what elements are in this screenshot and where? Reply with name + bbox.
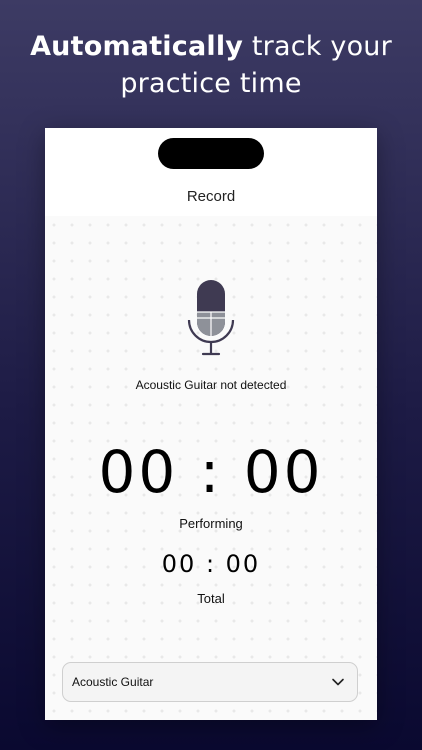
performing-timer: 00 : 00 [98,438,324,506]
promo-headline-line2: practice time [120,68,302,99]
total-label: Total [197,591,225,606]
promo-headline-bold: Automatically [30,31,244,62]
promo-headline-rest: track your [243,31,392,62]
promo-headline: Automatically track your practice time [0,28,422,102]
instrument-select-value: Acoustic Guitar [72,675,154,689]
total-timer: 00 : 00 [161,550,261,578]
dynamic-island [158,138,264,169]
detection-status: Acoustic Guitar not detected [135,378,287,392]
performing-label: Performing [179,516,243,531]
phone-screen: Record Acoustic Guitar not detected 00 :… [45,128,377,720]
page-title: Record [186,188,236,205]
instrument-select[interactable]: Acoustic Guitar [62,662,358,702]
promo-headline-line1: Automatically track your [0,28,422,65]
microphone-icon [187,280,235,356]
chevron-down-icon [332,678,344,686]
